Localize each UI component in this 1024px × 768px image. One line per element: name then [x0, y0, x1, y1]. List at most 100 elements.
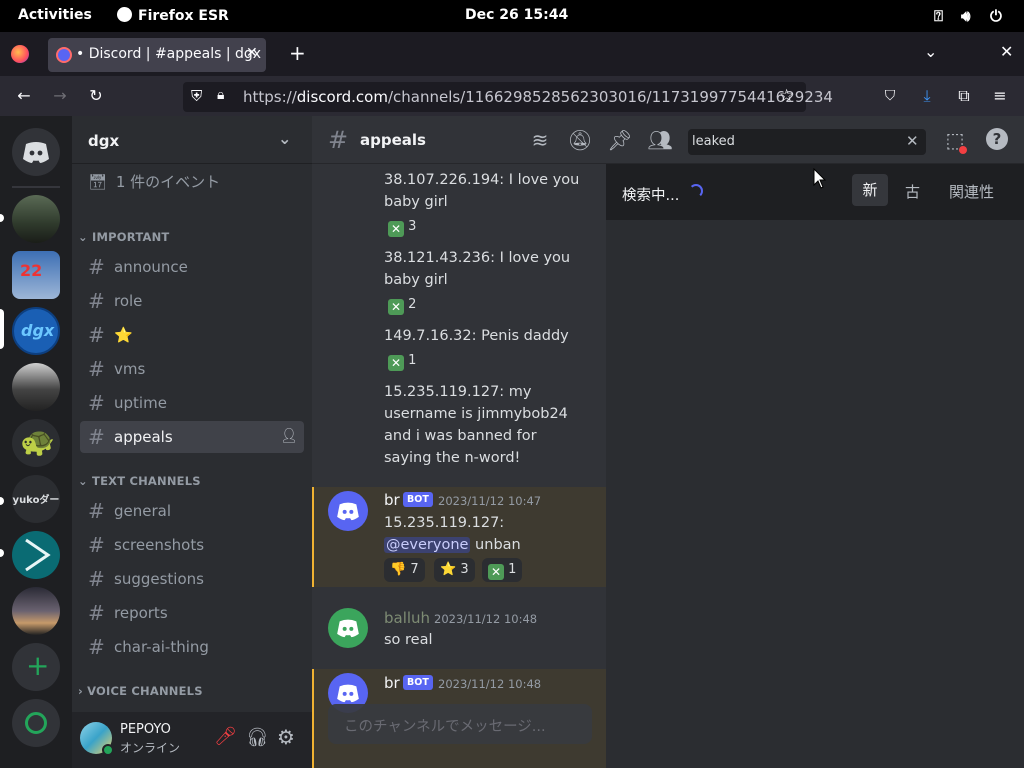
- star-emoji-icon: ⭐: [440, 562, 457, 577]
- hash-icon: #: [88, 323, 105, 347]
- compass-icon: [25, 712, 47, 734]
- url-text[interactable]: https://discord.com/channels/11662985285…: [243, 88, 833, 106]
- message-line: and i was banned for: [384, 428, 537, 444]
- events-link[interactable]: 📅︎ 1 件のイベント: [88, 171, 220, 192]
- channel-uptime[interactable]: # uptime: [80, 387, 304, 419]
- sort-newest-button[interactable]: 新: [852, 174, 888, 206]
- member-list-icon[interactable]: 👥︎: [647, 127, 673, 153]
- bookmark-star-icon[interactable]: ☆: [779, 86, 794, 106]
- channel-vms[interactable]: # vms: [80, 353, 304, 385]
- tracking-shield-icon[interactable]: ⛨: [191, 87, 202, 105]
- server-icon-photo-3[interactable]: [12, 587, 60, 635]
- channel-reports[interactable]: # reports: [80, 597, 304, 629]
- menu-icon[interactable]: ≡: [986, 82, 1014, 110]
- reaction-thumbs-down[interactable]: 👎 7: [384, 558, 425, 582]
- explore-servers-button[interactable]: [12, 699, 60, 747]
- channel-label: appeals: [114, 428, 173, 446]
- new-tab-icon[interactable]: +: [289, 41, 306, 65]
- reaction-x[interactable]: ✕ 3: [384, 215, 420, 239]
- username[interactable]: PEPOYO: [120, 722, 171, 737]
- notification-muted-bell-icon[interactable]: 🔕︎: [567, 127, 593, 153]
- reload-icon[interactable]: ↻: [82, 82, 110, 110]
- category-important[interactable]: ⌄ IMPORTANT: [78, 230, 169, 244]
- reaction-x[interactable]: ✕ 1: [384, 349, 420, 373]
- channel-appeals[interactable]: # appeals 👤︎: [80, 421, 304, 453]
- category-voice-channels[interactable]: › VOICE CHANNELS: [78, 684, 203, 698]
- pocket-icon[interactable]: ⛉: [876, 82, 904, 110]
- back-icon[interactable]: ←: [10, 82, 38, 110]
- avatar-balluh[interactable]: [328, 608, 368, 648]
- lock-icon[interactable]: 🔒︎: [217, 87, 224, 103]
- message-line: 38.107.226.194: I love you: [384, 172, 580, 188]
- close-tab-icon[interactable]: ✕: [246, 45, 258, 61]
- search-box[interactable]: leaked ✕: [688, 129, 926, 155]
- unread-indicator-2: [0, 497, 4, 505]
- author-name[interactable]: br: [384, 491, 400, 509]
- discord-logo-icon: [337, 502, 359, 521]
- mute-microphone-icon[interactable]: 🎤︎: [214, 726, 237, 747]
- server-icon-dgx[interactable]: dgx: [12, 307, 60, 355]
- headphones-icon[interactable]: 🎧︎: [246, 727, 269, 748]
- activities-button[interactable]: Activities: [18, 7, 92, 23]
- direct-messages-home-button[interactable]: [12, 128, 60, 176]
- server-icon-computer[interactable]: 22: [12, 251, 60, 299]
- message-line: unban: [470, 537, 521, 553]
- downloads-icon[interactable]: ⤓: [913, 82, 941, 110]
- server-icon-photo-2[interactable]: [12, 363, 60, 411]
- channel-general[interactable]: # general: [80, 495, 304, 527]
- server-icon-play[interactable]: [12, 531, 60, 579]
- server-icon-photo-1[interactable]: [12, 195, 60, 243]
- channel-screenshots[interactable]: # screenshots: [80, 529, 304, 561]
- server-icon-turtle[interactable]: 🐢: [12, 419, 60, 467]
- channel-star[interactable]: # ⭐: [80, 319, 304, 351]
- chevron-down-icon: ⌄: [278, 129, 292, 148]
- category-text-channels[interactable]: ⌄ TEXT CHANNELS: [78, 474, 201, 488]
- power-icon[interactable]: ⏻: [990, 7, 1002, 25]
- reaction-x[interactable]: ✕ 1: [482, 558, 523, 582]
- close-window-icon[interactable]: ✕: [1000, 42, 1013, 61]
- author-name[interactable]: balluh: [384, 609, 430, 627]
- message-line: so real: [384, 632, 433, 648]
- sort-relevance-button[interactable]: 関連性: [949, 181, 994, 202]
- search-input[interactable]: leaked: [692, 134, 735, 149]
- network-icon[interactable]: ⍰: [934, 7, 943, 25]
- cross-mark-emoji-icon: ✕: [388, 355, 404, 371]
- unread-indicator-3: [0, 549, 4, 557]
- firefox-app-menu[interactable]: Firefox ESR: [117, 7, 229, 24]
- pin-icon[interactable]: 📌︎: [607, 127, 633, 153]
- invite-member-icon[interactable]: 👤︎: [280, 428, 298, 444]
- hash-thread-icon: #: [88, 499, 105, 523]
- hash-thread-icon: #: [88, 601, 105, 625]
- message-composer[interactable]: このチャンネルでメッセージ...: [328, 704, 592, 744]
- help-icon[interactable]: ?: [986, 128, 1008, 150]
- sort-oldest-button[interactable]: 古: [905, 181, 920, 202]
- server-list: 22 dgx 🐢 yukoダー +: [0, 116, 72, 768]
- server-header[interactable]: dgx ⌄: [72, 116, 312, 164]
- channel-suggestions[interactable]: # suggestions: [80, 563, 304, 595]
- channel-announce[interactable]: # announce: [80, 251, 304, 283]
- threads-icon[interactable]: ≋: [527, 127, 553, 153]
- firefox-view-icon[interactable]: [11, 45, 29, 63]
- extensions-icon[interactable]: ⧉: [950, 82, 978, 110]
- clear-search-icon[interactable]: ✕: [906, 132, 919, 150]
- everyone-mention[interactable]: @everyone: [384, 537, 471, 553]
- reaction-x[interactable]: ✕ 2: [384, 293, 420, 317]
- server-icon-yuko[interactable]: yukoダー: [12, 475, 60, 523]
- forward-icon[interactable]: →: [46, 82, 74, 110]
- avatar-br[interactable]: [328, 491, 368, 531]
- clock[interactable]: Dec 26 15:44: [465, 7, 568, 23]
- firefox-icon: [117, 7, 132, 22]
- list-tabs-chevron-icon[interactable]: ⌄: [924, 42, 937, 61]
- channel-title: appeals: [360, 131, 426, 149]
- url-bar[interactable]: ⛨ 🔒︎ https://discord.com/channels/116629…: [183, 82, 833, 112]
- active-tab[interactable]: • Discord | #appeals | dgx ✕: [48, 38, 266, 72]
- channel-role[interactable]: # role: [80, 285, 304, 317]
- hash-icon: #: [88, 255, 105, 279]
- reaction-star[interactable]: ⭐ 3: [434, 558, 475, 582]
- author-name[interactable]: br: [384, 674, 400, 692]
- user-settings-gear-icon[interactable]: ⚙: [277, 725, 295, 749]
- volume-icon[interactable]: 🔊︎: [961, 7, 970, 25]
- hash-icon: #: [88, 289, 105, 313]
- add-server-button[interactable]: +: [12, 643, 60, 691]
- channel-char-ai-thing[interactable]: # char-ai-thing: [80, 631, 304, 663]
